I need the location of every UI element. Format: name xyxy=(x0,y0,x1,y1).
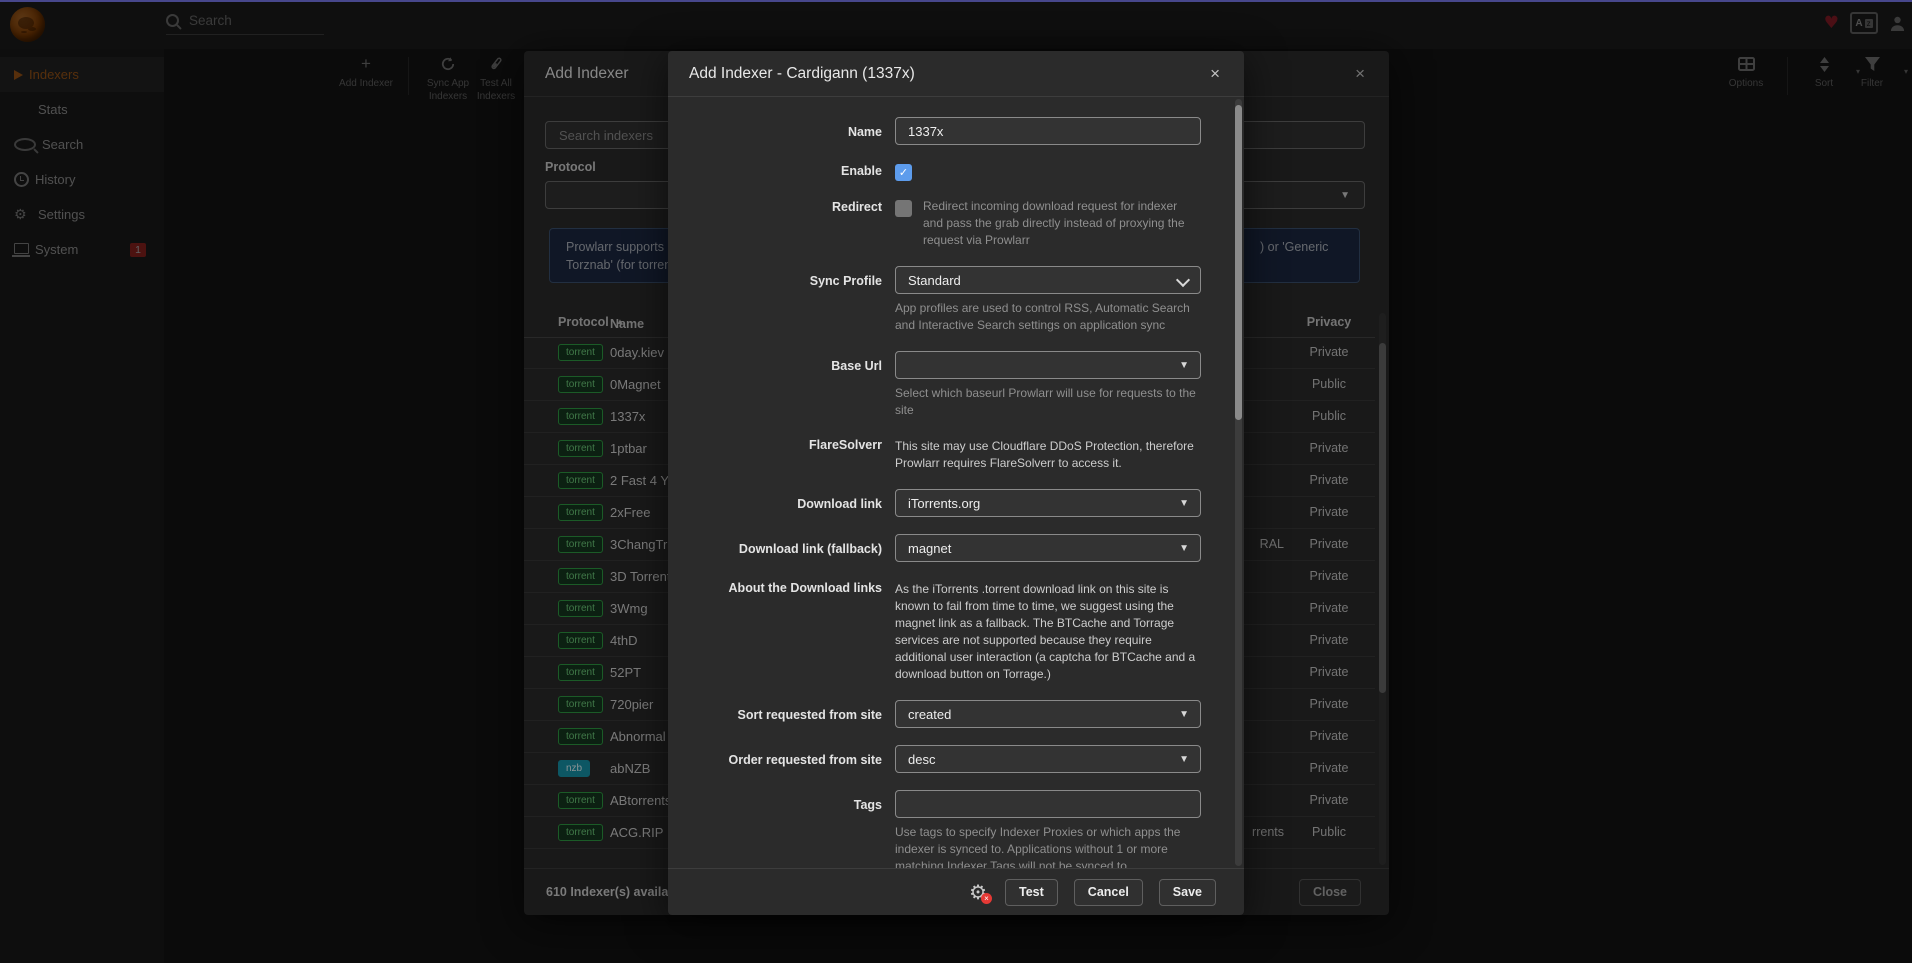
tags-input[interactable] xyxy=(895,790,1201,818)
cancel-button[interactable]: Cancel xyxy=(1074,879,1143,906)
tags-label: Tags xyxy=(668,790,895,869)
redirect-row: Redirect Redirect incoming download requ… xyxy=(668,198,1244,249)
cardigann-settings-modal: Add Indexer - Cardigann (1337x) × Name E… xyxy=(668,51,1244,915)
chevron-down-icon: ▼ xyxy=(1179,710,1189,720)
advanced-off-badge: × xyxy=(981,893,992,904)
chevron-down-icon xyxy=(1176,273,1190,287)
download-link-fallback-label: Download link (fallback) xyxy=(668,534,895,562)
chevron-down-icon: ▼ xyxy=(1179,544,1189,554)
sync-profile-select[interactable]: Standard xyxy=(895,266,1201,294)
scrollbar-thumb[interactable] xyxy=(1235,105,1242,420)
enable-label: Enable xyxy=(668,162,895,181)
about-download-links-row: About the Download links As the iTorrent… xyxy=(668,579,1244,683)
flaresolverr-label: FlareSolverr xyxy=(668,436,895,472)
download-link-fallback-select[interactable]: magnet ▼ xyxy=(895,534,1201,562)
test-button[interactable]: Test xyxy=(1005,879,1058,906)
chevron-down-icon: ▼ xyxy=(1179,361,1189,371)
chevron-down-icon: ▼ xyxy=(1179,499,1189,509)
modal-scrollbar[interactable] xyxy=(1235,99,1242,866)
order-label: Order requested from site xyxy=(668,745,895,773)
name-row: Name xyxy=(668,117,1244,145)
screen: Search ♥ Az Indexers Sta xyxy=(0,0,1912,963)
download-link-select[interactable]: iTorrents.org ▼ xyxy=(895,489,1201,517)
redirect-checkbox[interactable] xyxy=(895,200,912,217)
cardigann-modal-header: Add Indexer - Cardigann (1337x) × xyxy=(668,51,1244,97)
redirect-help-text: Redirect incoming download request for i… xyxy=(923,198,1195,249)
sort-select[interactable]: created ▼ xyxy=(895,700,1201,728)
window-top-strip xyxy=(0,0,1912,2)
sync-profile-label: Sync Profile xyxy=(668,266,895,334)
advanced-settings-gear-icon[interactable]: ⚙× xyxy=(969,882,987,902)
about-download-links-note: As the iTorrents .torrent download link … xyxy=(895,579,1201,683)
enable-row: Enable xyxy=(668,162,1244,181)
tags-help-text: Use tags to specify Indexer Proxies or w… xyxy=(895,824,1201,869)
chevron-down-icon: ▼ xyxy=(1179,755,1189,765)
close-icon[interactable]: × xyxy=(1210,65,1220,82)
redirect-label: Redirect xyxy=(668,198,895,249)
flaresolverr-note: This site may use Cloudflare DDoS Protec… xyxy=(895,436,1201,472)
download-link-label: Download link xyxy=(668,489,895,517)
save-button[interactable]: Save xyxy=(1159,879,1216,906)
cardigann-form: Name Enable Redirect Redirect incoming d… xyxy=(668,96,1244,869)
download-link-row: Download link iTorrents.org ▼ xyxy=(668,489,1244,517)
enable-checkbox[interactable] xyxy=(895,164,912,181)
name-label: Name xyxy=(668,117,895,145)
tags-row: Tags Use tags to specify Indexer Proxies… xyxy=(668,790,1244,869)
base-url-select[interactable]: ▼ xyxy=(895,351,1201,379)
about-download-links-label: About the Download links xyxy=(668,579,895,683)
name-input[interactable] xyxy=(895,117,1201,145)
sync-profile-row: Sync Profile Standard App profiles are u… xyxy=(668,266,1244,334)
base-url-help-text: Select which baseurl Prowlarr will use f… xyxy=(895,385,1201,419)
order-select[interactable]: desc ▼ xyxy=(895,745,1201,773)
cardigann-modal-title: Add Indexer - Cardigann (1337x) xyxy=(689,65,915,83)
base-url-label: Base Url xyxy=(668,351,895,419)
sync-profile-help-text: App profiles are used to control RSS, Au… xyxy=(895,300,1201,334)
download-link-fallback-row: Download link (fallback) magnet ▼ xyxy=(668,534,1244,562)
base-url-row: Base Url ▼ Select which baseurl Prowlarr… xyxy=(668,351,1244,419)
sort-label: Sort requested from site xyxy=(668,700,895,728)
sort-row: Sort requested from site created ▼ xyxy=(668,700,1244,728)
cardigann-modal-footer: ⚙× Test Cancel Save xyxy=(668,868,1244,915)
order-row: Order requested from site desc ▼ xyxy=(668,745,1244,773)
flaresolverr-row: FlareSolverr This site may use Cloudflar… xyxy=(668,436,1244,472)
